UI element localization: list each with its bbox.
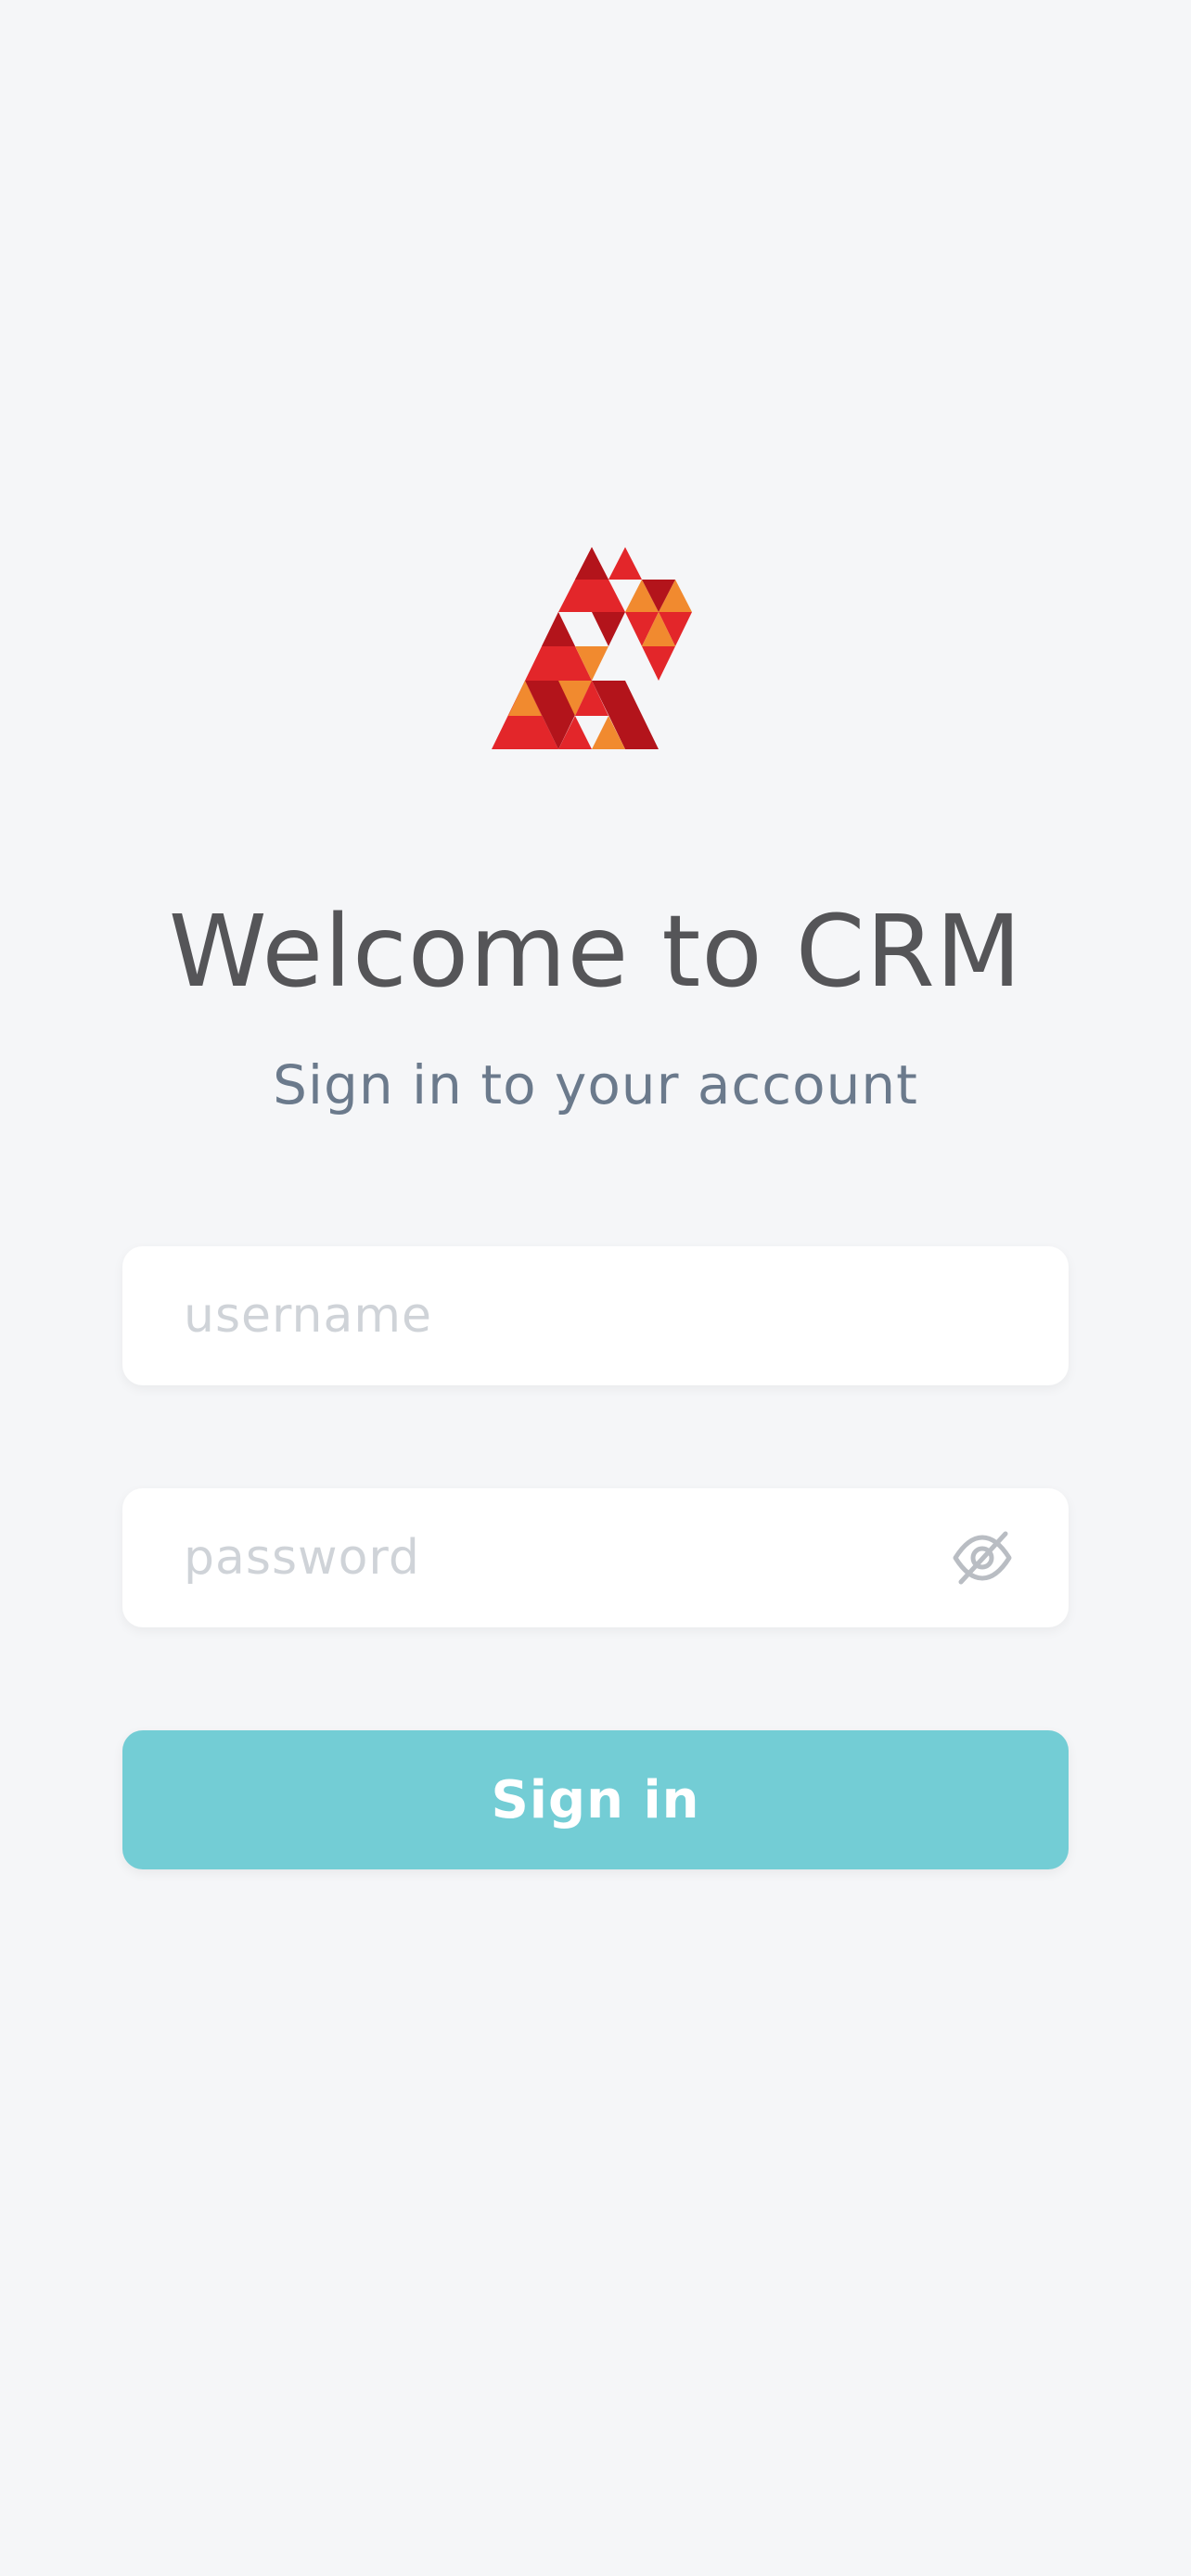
page-subtitle: Sign in to your account bbox=[273, 1053, 918, 1116]
login-screen: Welcome to CRM Sign in to your account S… bbox=[0, 0, 1191, 2576]
username-input[interactable] bbox=[184, 1246, 981, 1385]
eye-off-icon[interactable] bbox=[952, 1528, 1013, 1588]
sign-in-button[interactable]: Sign in bbox=[122, 1730, 1069, 1869]
brand-logo bbox=[492, 547, 692, 749]
password-field[interactable] bbox=[122, 1488, 1069, 1627]
username-field[interactable] bbox=[122, 1246, 1069, 1385]
page-title: Welcome to CRM bbox=[168, 895, 1023, 1010]
password-input[interactable] bbox=[184, 1488, 981, 1627]
